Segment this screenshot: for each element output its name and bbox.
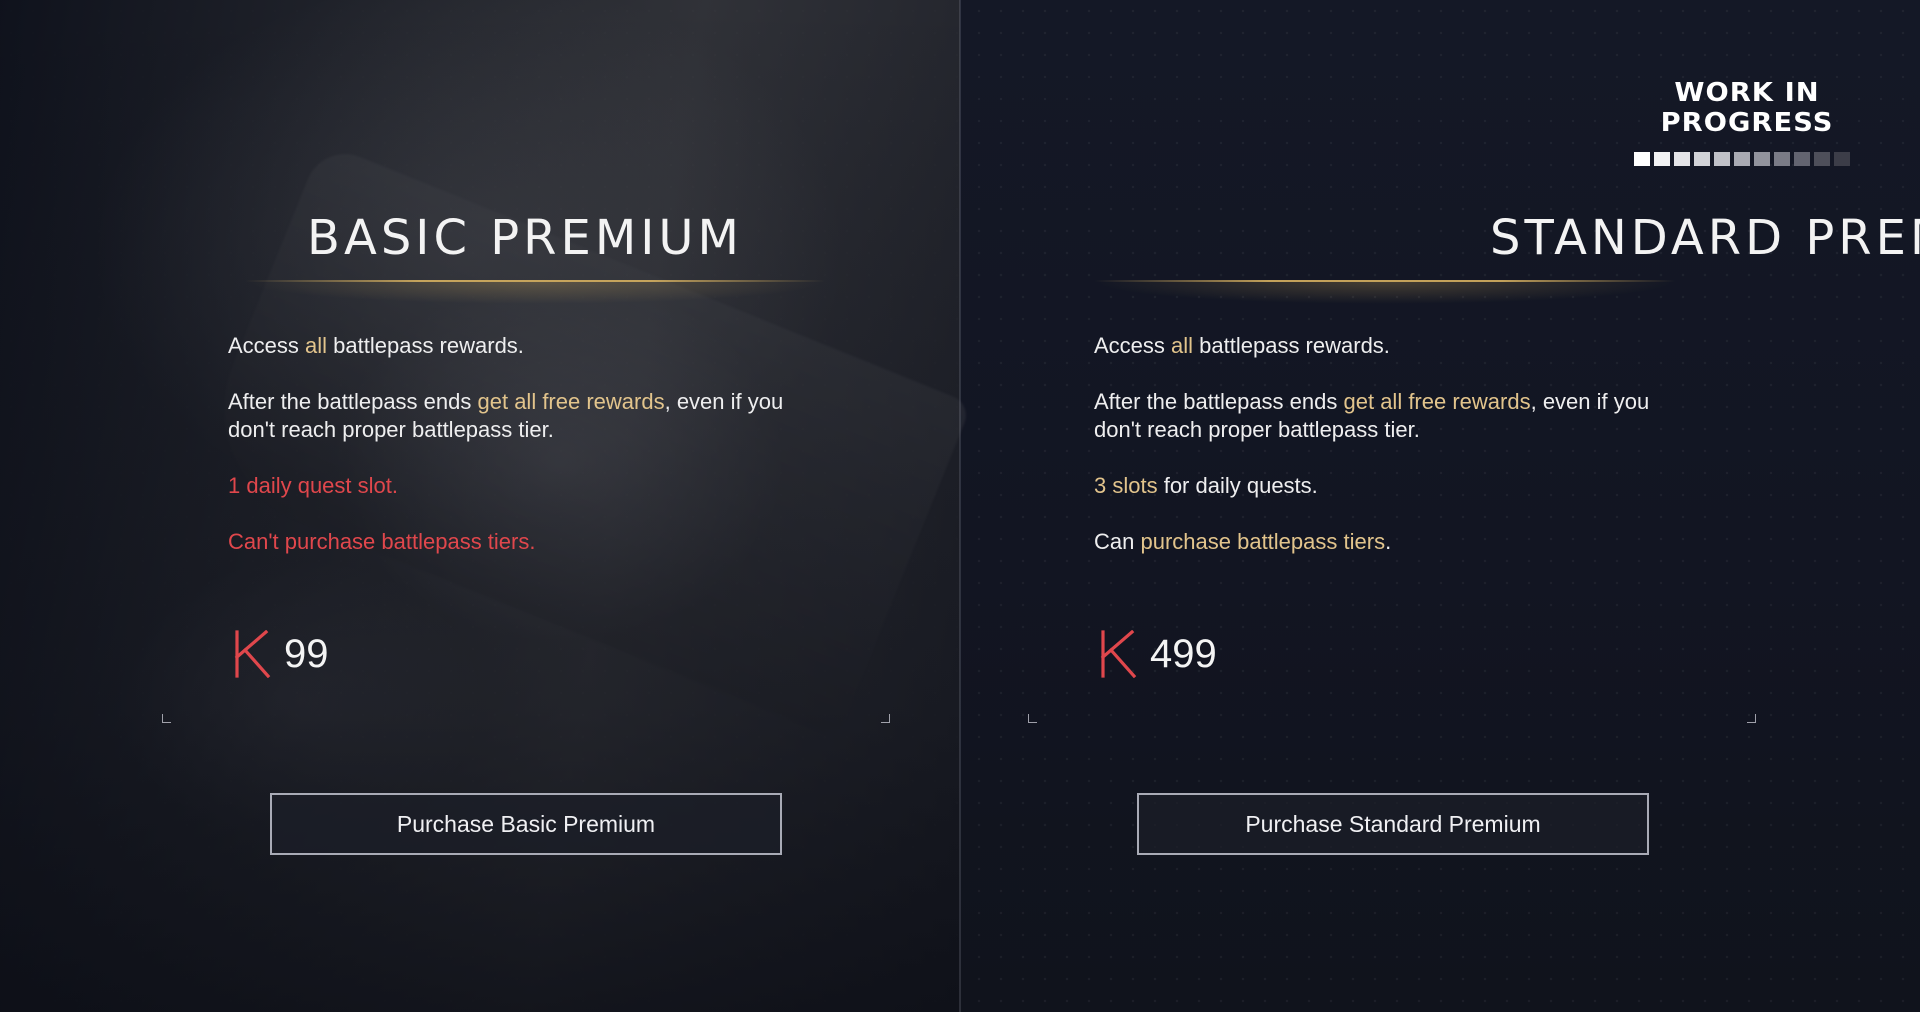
- standard-premium-title: STANDARD PREMIUM: [1490, 210, 1920, 266]
- feature-access-rewards: Access all battlepass rewards.: [1094, 332, 1694, 360]
- wip-bar-segment: [1814, 152, 1830, 166]
- feature-free-rewards: After the battlepass ends get all free r…: [1094, 388, 1694, 444]
- feature-text: .: [1385, 529, 1392, 554]
- price-value: 499: [1150, 631, 1217, 676]
- feature-highlight: all: [1171, 333, 1194, 358]
- frame-corner-bottom-right: [881, 714, 890, 723]
- title-underline-glow: [245, 282, 825, 304]
- frame-corner-bottom-left: [162, 714, 171, 723]
- wip-bar-segment: [1734, 152, 1750, 166]
- basic-feature-list: Access all battlepass rewards. After the…: [228, 332, 828, 584]
- basic-premium-panel: BASIC PREMIUM Access all battlepass rewa…: [0, 0, 960, 1012]
- wip-bar-segment: [1794, 152, 1810, 166]
- feature-quest-slots: 3 slots for daily quests.: [1094, 472, 1694, 500]
- work-in-progress-badge: WORK IN PROGRESS: [1632, 78, 1862, 166]
- feature-quest-slots: 1 daily quest slot.: [228, 473, 398, 498]
- wip-bar-segment: [1674, 152, 1690, 166]
- purchase-standard-premium-button[interactable]: Purchase Standard Premium: [1137, 793, 1649, 855]
- feature-text: After the battlepass ends: [228, 389, 478, 414]
- feature-access-rewards: Access all battlepass rewards.: [228, 332, 828, 360]
- feature-free-rewards: After the battlepass ends get all free r…: [228, 388, 828, 444]
- premium-selection-screen: BASIC PREMIUM Access all battlepass rewa…: [0, 0, 1920, 1012]
- feature-text: battlepass rewards.: [1193, 333, 1390, 358]
- feature-text: After the battlepass ends: [1094, 389, 1344, 414]
- feature-highlight: get all free rewards: [477, 389, 665, 414]
- feature-text: Access: [1094, 333, 1172, 358]
- feature-tier-purchase: Can't purchase battlepass tiers.: [228, 529, 536, 554]
- feature-text: Can: [1094, 529, 1141, 554]
- price-value: 99: [284, 631, 329, 676]
- feature-text: battlepass rewards.: [327, 333, 524, 358]
- wip-bar-segment: [1694, 152, 1710, 166]
- wip-bar-segment: [1654, 152, 1670, 166]
- basic-price: 99: [232, 624, 329, 684]
- wip-bar-segment: [1834, 152, 1850, 166]
- feature-highlight: purchase battlepass tiers: [1140, 529, 1386, 554]
- wip-bar-segment: [1714, 152, 1730, 166]
- feature-tier-purchase: Can purchase battlepass tiers.: [1094, 528, 1694, 556]
- wip-bar-segment: [1754, 152, 1770, 166]
- feature-text: for daily quests.: [1157, 473, 1318, 498]
- k-currency-icon: [1098, 629, 1138, 679]
- wip-line-2: PROGRESS: [1660, 108, 1834, 138]
- wip-bar-segment: [1774, 152, 1790, 166]
- wip-line-1: WORK IN: [1674, 78, 1820, 108]
- wip-bar-segment: [1634, 152, 1650, 166]
- purchase-basic-premium-button[interactable]: Purchase Basic Premium: [270, 793, 782, 855]
- standard-feature-list: Access all battlepass rewards. After the…: [1094, 332, 1694, 584]
- frame-corner-bottom-left: [1028, 714, 1037, 723]
- k-currency-icon: [232, 629, 272, 679]
- feature-highlight: all: [305, 333, 328, 358]
- feature-text: Access: [228, 333, 306, 358]
- standard-price: 499: [1098, 624, 1217, 684]
- feature-highlight: get all free rewards: [1343, 389, 1531, 414]
- title-underline-glow: [1095, 282, 1675, 304]
- frame-corner-bottom-right: [1747, 714, 1756, 723]
- wip-progress-bar: [1634, 152, 1862, 166]
- feature-highlight: 3 slots: [1094, 473, 1158, 498]
